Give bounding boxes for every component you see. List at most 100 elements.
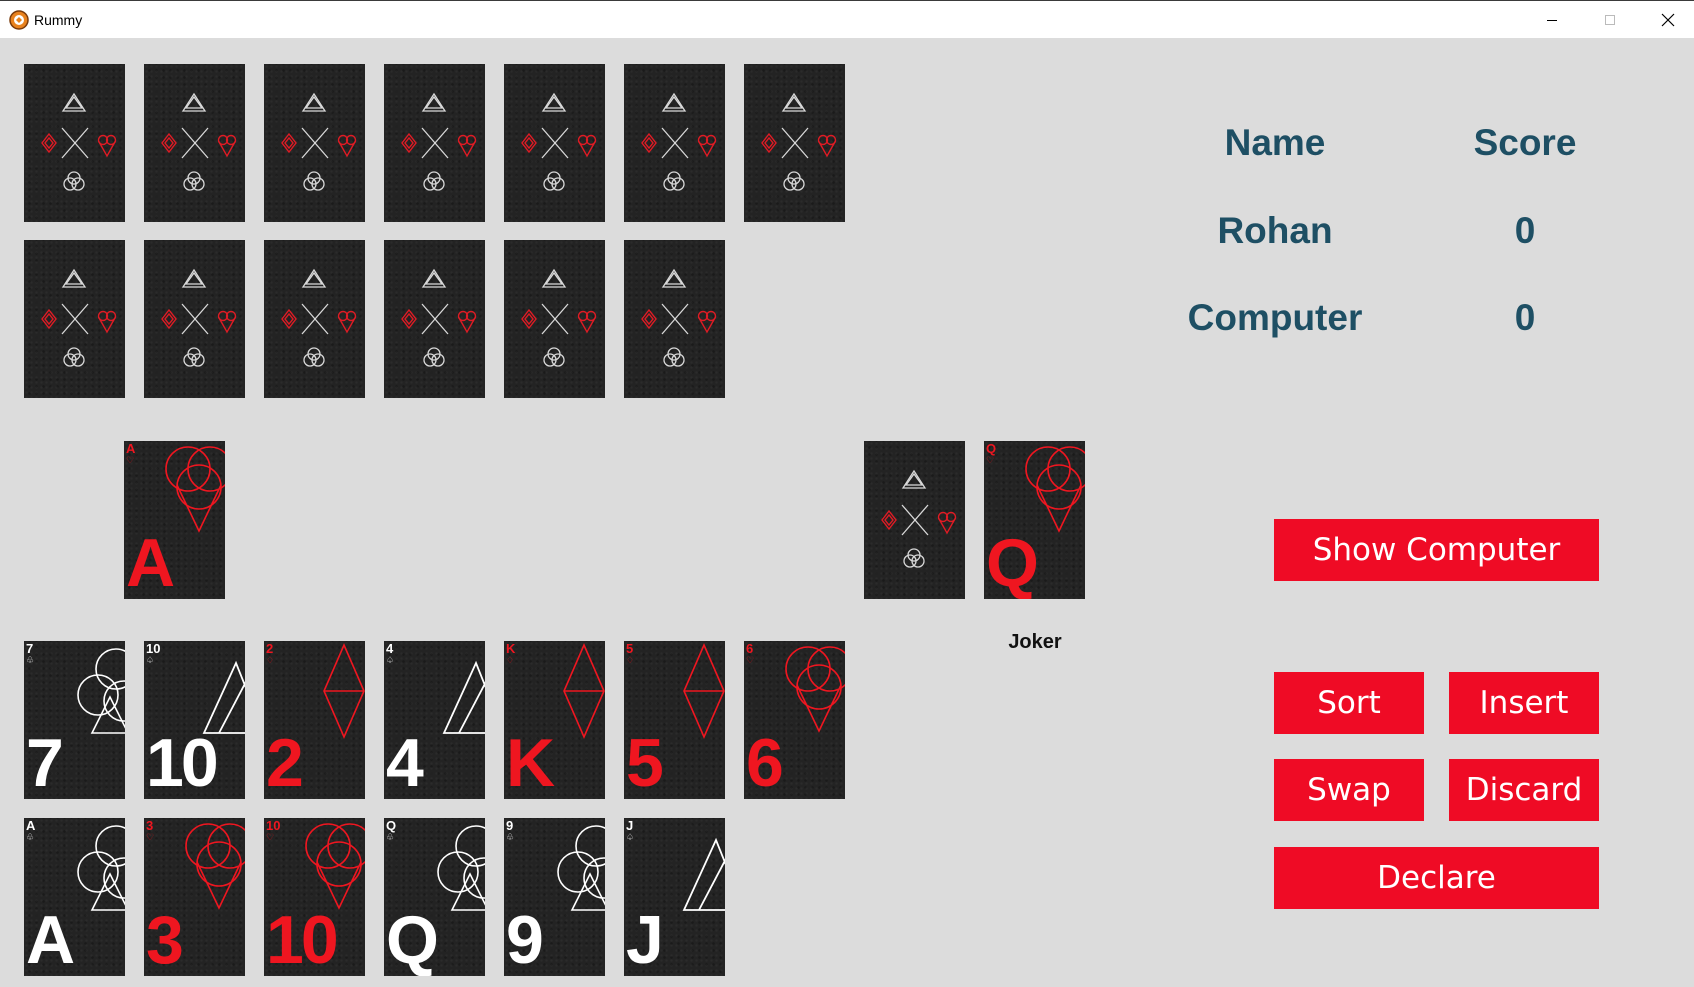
name-header: Name <box>1224 122 1326 163</box>
card-back-pattern <box>281 92 357 191</box>
minimize-icon <box>1547 20 1557 21</box>
club-icon: ♧ <box>386 832 395 842</box>
card-corner-rank: 10 <box>146 641 161 656</box>
open-card[interactable]: A ♡ A <box>124 441 225 599</box>
computer-score: 0 <box>1514 297 1536 338</box>
heart-icon: ♡ <box>986 455 995 465</box>
sort-button[interactable]: Sort <box>1274 672 1424 734</box>
card-back-pattern <box>641 268 717 367</box>
declare-button[interactable]: Declare <box>1274 847 1599 909</box>
opponent-card <box>624 240 725 398</box>
opponent-card <box>24 240 125 398</box>
discard-button[interactable]: Discard <box>1449 759 1599 821</box>
computer-name: Computer <box>1187 297 1363 338</box>
opponent-card <box>384 240 485 398</box>
card-corner-rank: Q <box>386 818 397 833</box>
spade-icon: ♤ <box>626 832 635 842</box>
card-back-pattern <box>161 268 237 367</box>
card-back-pattern <box>881 469 957 568</box>
spade-icon: ♤ <box>386 655 395 665</box>
close-icon <box>1661 13 1675 27</box>
club-icon: ♧ <box>506 832 515 842</box>
player-name: Rohan <box>1217 210 1333 251</box>
player-card[interactable]: 10 ♡ 10 <box>264 818 365 976</box>
player-card[interactable]: 4 ♤ 4 <box>384 641 485 799</box>
card-corner-rank: 2 <box>266 641 274 656</box>
club-icon: ♧ <box>26 655 35 665</box>
card-back-pattern <box>521 92 597 191</box>
maximize-button[interactable] <box>1581 1 1639 39</box>
opponent-card <box>744 64 845 222</box>
card-back-pattern <box>521 268 597 367</box>
card-back-pattern <box>41 92 117 191</box>
club-icon: ♧ <box>26 832 35 842</box>
player-card[interactable]: 7 ♧ 7 <box>24 641 125 799</box>
card-back-pattern <box>41 268 117 367</box>
player-card[interactable]: 5 ♢ 5 <box>624 641 725 799</box>
closed-deck[interactable] <box>864 441 965 599</box>
card-back-pattern <box>281 268 357 367</box>
opponent-card <box>144 64 245 222</box>
opponent-card <box>504 64 605 222</box>
card-rank: A <box>26 902 75 976</box>
player-card[interactable]: 6 ♡ 6 <box>744 641 845 799</box>
diamond-icon: ♢ <box>266 655 275 665</box>
player-card[interactable]: 2 ♢ 2 <box>264 641 365 799</box>
card-rank: 9 <box>506 902 544 976</box>
card-back-pattern <box>401 92 477 191</box>
diamond-icon: ♢ <box>506 655 515 665</box>
card-corner-rank: 6 <box>746 641 754 656</box>
card-rank: A <box>126 525 175 599</box>
card-rank: K <box>506 725 555 799</box>
maximize-icon <box>1605 15 1615 25</box>
card-back-pattern <box>401 268 477 367</box>
player-card[interactable]: 9 ♧ 9 <box>504 818 605 976</box>
heart-icon: ♡ <box>266 832 275 842</box>
minimize-button[interactable] <box>1523 1 1581 39</box>
app-icon <box>9 10 29 30</box>
heart-icon: ♡ <box>746 655 755 665</box>
card-rank: Q <box>986 525 1039 599</box>
joker-label: Joker <box>1008 631 1062 653</box>
card-corner-rank: J <box>626 818 634 833</box>
card-rank: 7 <box>26 725 64 799</box>
card-corner-rank: 10 <box>266 818 281 833</box>
opponent-card <box>384 64 485 222</box>
player-card[interactable]: 10 ♤ 10 <box>144 641 245 799</box>
score-header: Score <box>1473 122 1577 163</box>
close-button[interactable] <box>1639 1 1694 39</box>
opponent-card <box>144 240 245 398</box>
opponent-card <box>624 64 725 222</box>
player-card[interactable]: J ♤ J <box>624 818 725 976</box>
card-corner-rank: 3 <box>146 818 154 833</box>
card-rank: J <box>626 902 664 976</box>
show-computer-button[interactable]: Show Computer <box>1274 519 1599 581</box>
card-back-pattern <box>161 92 237 191</box>
swap-button[interactable]: Swap <box>1274 759 1424 821</box>
heart-icon: ♡ <box>146 832 155 842</box>
card-corner-rank: Q <box>986 441 997 456</box>
opponent-card <box>264 240 365 398</box>
card-rank: 5 <box>626 725 664 799</box>
card-corner-rank: 9 <box>506 818 514 833</box>
opponent-card <box>504 240 605 398</box>
spade-icon: ♤ <box>146 655 155 665</box>
card-rank: 10 <box>146 725 219 799</box>
insert-button[interactable]: Insert <box>1449 672 1599 734</box>
player-card[interactable]: A ♧ A <box>24 818 125 976</box>
card-rank: 4 <box>386 725 424 799</box>
joker-card: Q ♡ Q <box>984 441 1085 599</box>
card-corner-rank: 4 <box>386 641 394 656</box>
opponent-card <box>24 64 125 222</box>
card-corner-rank: A <box>126 441 136 456</box>
card-rank: Q <box>386 902 439 976</box>
heart-icon: ♡ <box>126 455 135 465</box>
card-corner-rank: 7 <box>26 641 34 656</box>
player-card[interactable]: Q ♧ Q <box>384 818 485 976</box>
card-corner-rank: A <box>26 818 36 833</box>
card-rank: 10 <box>266 902 339 976</box>
player-card[interactable]: K ♢ K <box>504 641 605 799</box>
card-rank: 3 <box>146 902 184 976</box>
card-rank: 2 <box>266 725 304 799</box>
player-card[interactable]: 3 ♡ 3 <box>144 818 245 976</box>
